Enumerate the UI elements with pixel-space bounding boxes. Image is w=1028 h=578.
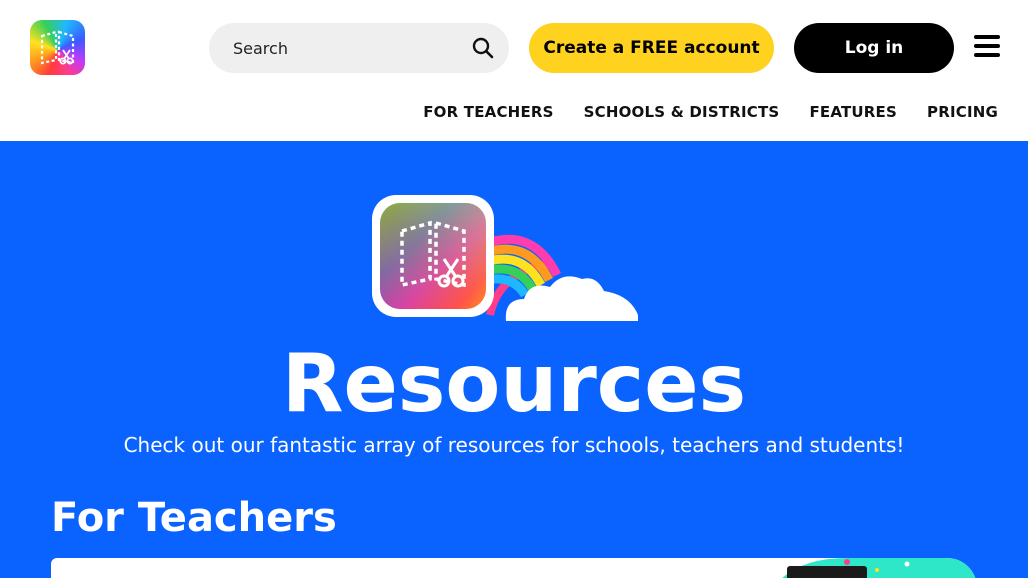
card-illustration — [782, 558, 977, 578]
page-subtitle: Check out our fantastic array of resourc… — [123, 433, 905, 457]
site-header: Create a FREE account Log in FOR TEACHER… — [0, 0, 1028, 141]
section-title-for-teachers: For Teachers — [51, 495, 337, 541]
menu-bar — [974, 53, 1000, 57]
page-title: Resources — [281, 337, 747, 430]
nav-for-teachers[interactable]: FOR TEACHERS — [423, 103, 553, 121]
nav-features[interactable]: FEATURES — [809, 103, 897, 121]
nav-schools-districts[interactable]: SCHOOLS & DISTRICTS — [584, 103, 780, 121]
login-button[interactable]: Log in — [794, 23, 954, 73]
book-creator-rainbow-cloud-illustration — [372, 195, 638, 321]
hamburger-menu-icon[interactable] — [974, 35, 1000, 59]
nav-pricing[interactable]: PRICING — [927, 103, 998, 121]
resource-card[interactable] — [51, 558, 977, 578]
search-icon[interactable] — [471, 36, 495, 60]
menu-bar — [974, 35, 1000, 39]
book-creator-logo-icon[interactable] — [30, 20, 85, 75]
hero-section: Resources Check out our fantastic array … — [0, 141, 1028, 578]
search-input[interactable] — [209, 23, 469, 73]
main-nav: FOR TEACHERS SCHOOLS & DISTRICTS FEATURE… — [423, 103, 998, 121]
create-account-button[interactable]: Create a FREE account — [529, 23, 774, 73]
search-bar — [209, 23, 509, 73]
menu-bar — [974, 44, 1000, 48]
